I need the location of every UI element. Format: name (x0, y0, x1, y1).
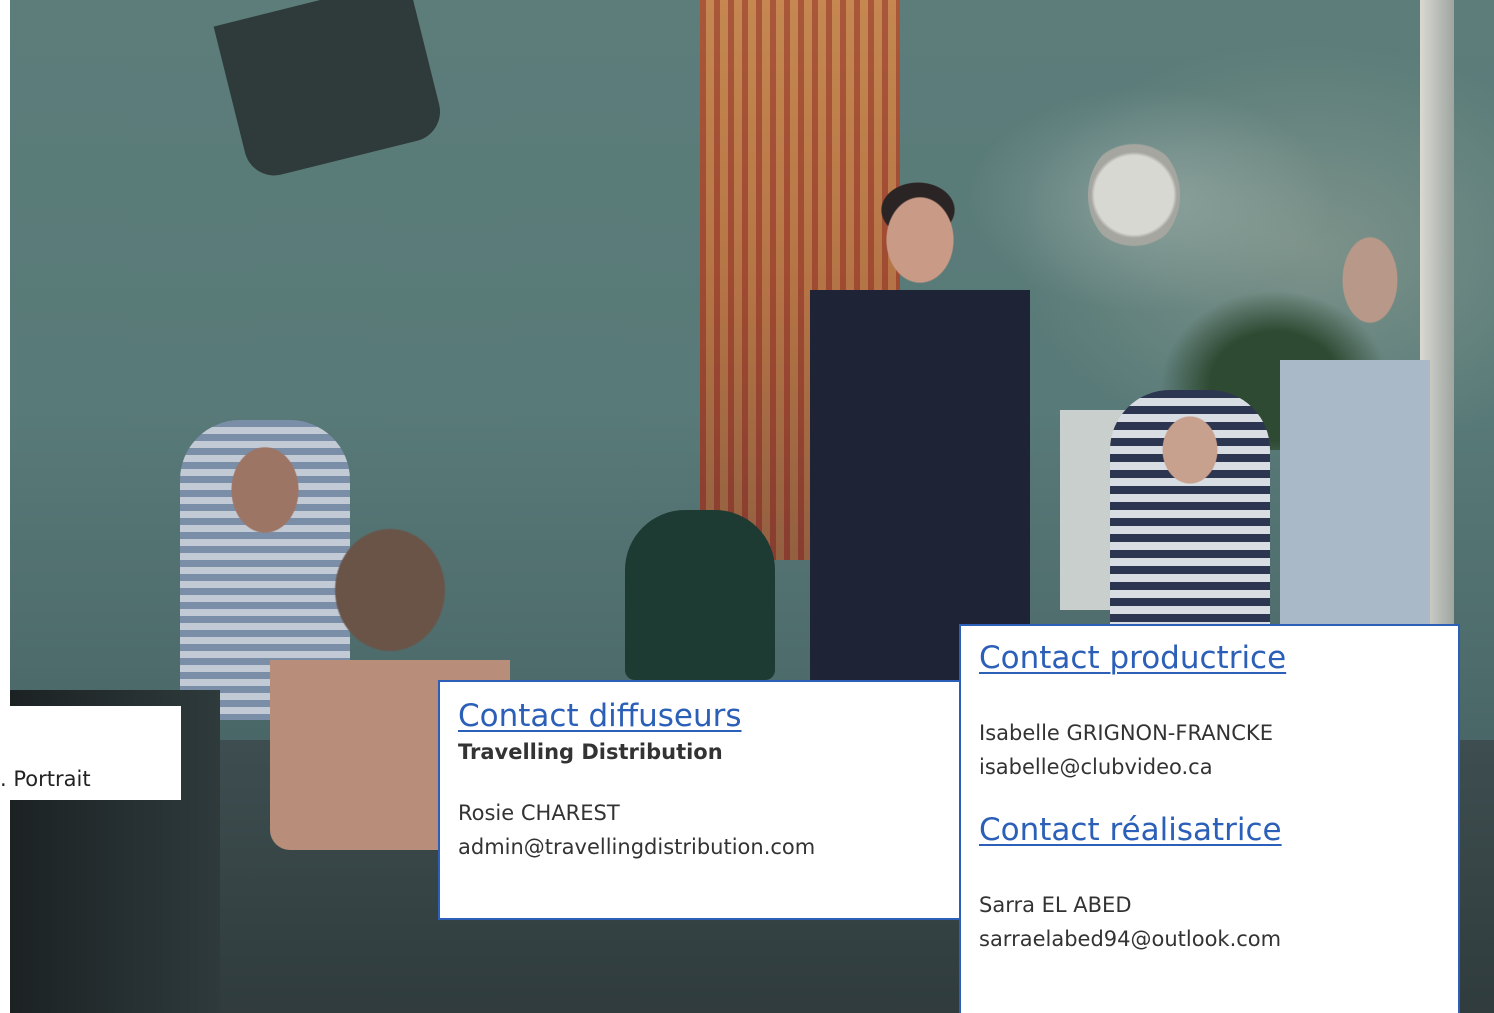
caption-card: . Portrait (0, 706, 181, 800)
person-seated-right (1110, 390, 1270, 650)
contact-productrice-card: Contact productrice Isabelle GRIGNON-FRA… (959, 624, 1460, 1013)
realisatrice-email[interactable]: sarraelabed94@outlook.com (979, 922, 1458, 956)
productrice-name: Isabelle GRIGNON-FRANCKE (979, 721, 1273, 745)
contact-realisatrice-link[interactable]: Contact réalisatrice (979, 810, 1282, 850)
person-right (1280, 200, 1430, 650)
office-chair (625, 510, 775, 680)
diffuseur-company: Travelling Distribution (458, 740, 723, 764)
contact-diffuseurs-card: Contact diffuseurs Travelling Distributi… (438, 680, 963, 920)
wall-speaker (213, 0, 447, 182)
contact-diffuseurs-link[interactable]: Contact diffuseurs (458, 696, 742, 736)
portrait-caption: . Portrait (0, 767, 91, 791)
diffuseur-email[interactable]: admin@travellingdistribution.com (458, 830, 963, 864)
diffuseur-name: Rosie CHAREST (458, 801, 620, 825)
page-frame: . Portrait Contact diffuseurs Travelling… (0, 0, 1494, 1013)
productrice-email[interactable]: isabelle@clubvideo.ca (979, 750, 1458, 784)
contact-productrice-link[interactable]: Contact productrice (979, 638, 1286, 678)
realisatrice-name: Sarra EL ABED (979, 893, 1132, 917)
wall-clock (1088, 140, 1180, 250)
